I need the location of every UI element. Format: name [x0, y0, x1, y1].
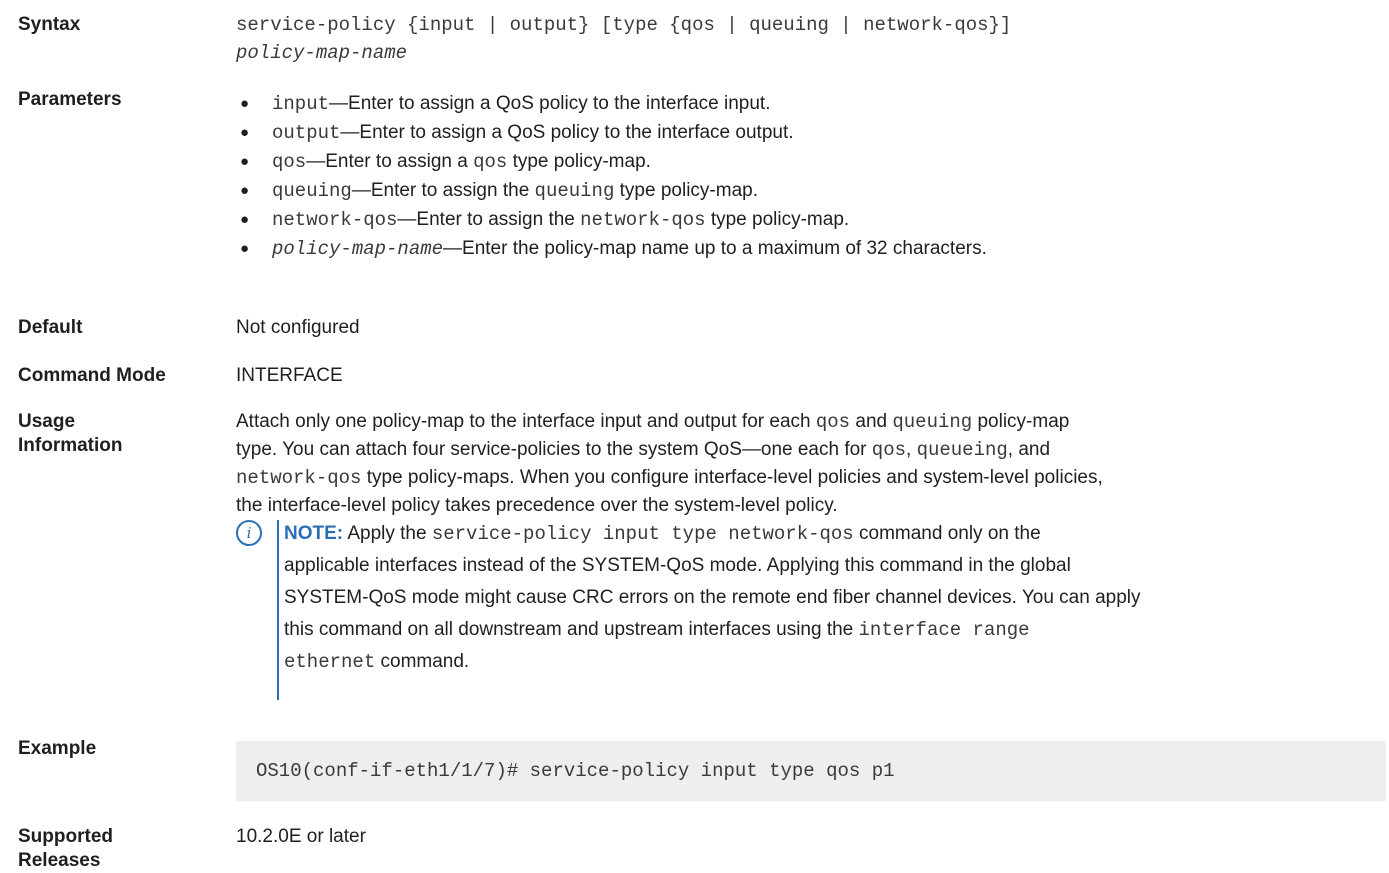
bullet-icon: ● — [240, 182, 250, 199]
usage-label-line-1: Usage — [18, 411, 76, 432]
syntax-line-1: service-policy {input | output} [type {q… — [236, 14, 1012, 36]
usage-code: queuing — [892, 411, 973, 433]
param-text: type policy-map. — [705, 209, 850, 230]
usage-code: qos — [871, 439, 907, 461]
list-item: ● network-qos—Enter to assign the network… — [236, 205, 1386, 234]
param-text: type policy-map. — [614, 180, 758, 201]
usage-text-run: and — [850, 411, 893, 432]
param-code: queuing — [272, 180, 352, 202]
usage-text-run: Attach only one policy-map to the interf… — [236, 411, 816, 432]
parameters-list: ● input—Enter to assign a QoS policy to t… — [236, 89, 1386, 263]
usage-line: the interface-level policy takes precede… — [236, 492, 1386, 520]
usage-code: network-qos — [236, 467, 362, 489]
syntax-line-2: policy-map-name — [236, 42, 408, 64]
usage-label: Usage Information — [18, 410, 218, 458]
param-text: —Enter to assign the — [351, 180, 535, 201]
default-label: Default — [18, 317, 83, 338]
note-text-run: command. — [375, 651, 470, 672]
example-code: OS10(conf-if-eth1/1/7)# service-policy i… — [256, 760, 895, 782]
note-line: applicable interfaces instead of the SYS… — [284, 555, 1071, 576]
list-item: ● output—Enter to assign a QoS policy to … — [236, 118, 1386, 147]
parameters-label: Parameters — [18, 89, 122, 110]
note-code: service-policy input type network-qos — [431, 523, 854, 545]
usage-text: Attach only one policy-map to the interf… — [236, 408, 1386, 520]
note-label: NOTE: — [284, 523, 344, 544]
list-item: ● qos—Enter to assign a qos type policy-m… — [236, 147, 1386, 176]
note-code: ethernet — [284, 651, 376, 673]
example-label: Example — [18, 738, 97, 759]
bullet-icon: ● — [240, 240, 250, 257]
usage-line: network-qos type policy-maps. When you c… — [236, 464, 1386, 492]
param-code: policy-map-name — [272, 238, 444, 260]
note-text: NOTE: Apply the service-policy input typ… — [284, 518, 1384, 678]
param-code-inline: qos — [473, 151, 508, 173]
param-code: network-qos — [272, 209, 398, 231]
param-code-inline: network-qos — [580, 209, 706, 231]
note-text-run: this command on all downstream and upstr… — [284, 619, 859, 640]
param-text: type policy-map. — [507, 151, 651, 172]
bullet-icon: ● — [240, 124, 250, 141]
usage-line: type. You can attach four service-polici… — [236, 436, 1386, 464]
usage-text-run: type policy-maps. When you configure int… — [361, 467, 1103, 488]
param-code: input — [272, 93, 330, 115]
param-code: qos — [272, 151, 307, 173]
note-line: NOTE: Apply the service-policy input typ… — [284, 518, 1384, 550]
list-item: ● input—Enter to assign a QoS policy to t… — [236, 89, 1386, 118]
note-code: interface range — [858, 619, 1030, 641]
param-text: —Enter to assign a QoS policy to the int… — [329, 93, 771, 114]
param-code-inline: queuing — [534, 180, 615, 202]
syntax-label: Syntax — [18, 14, 81, 35]
note-line: ethernet command. — [284, 646, 1384, 678]
usage-text-run: the interface-level policy takes precede… — [236, 495, 838, 516]
supported-releases-label-line-1: Supported — [18, 826, 113, 847]
bullet-icon: ● — [240, 95, 250, 112]
info-icon: i — [236, 520, 262, 546]
param-text: —Enter the policy-map name up to a maxim… — [443, 238, 987, 259]
param-text: —Enter to assign a — [306, 151, 474, 172]
note-text-run: command only on the — [853, 523, 1041, 544]
usage-label-line-2: Information — [18, 435, 123, 456]
supported-releases-value: 10.2.0E or later — [236, 826, 366, 847]
param-text: —Enter to assign a QoS policy to the int… — [340, 122, 794, 143]
param-code: output — [272, 122, 341, 144]
note-line: SYSTEM-QoS mode might cause CRC errors o… — [284, 587, 1141, 608]
usage-text-run: type. You can attach four service-polici… — [236, 439, 872, 460]
usage-text-run: , and — [1007, 439, 1051, 460]
command-mode-label: Command Mode — [18, 365, 166, 386]
note-text-run: Apply the — [343, 523, 432, 544]
param-text: —Enter to assign the — [397, 209, 581, 230]
list-item: ● queuing—Enter to assign the queuing typ… — [236, 176, 1386, 205]
note-line: this command on all downstream and upstr… — [284, 614, 1384, 646]
usage-text-run: , — [906, 439, 917, 460]
note-divider — [277, 520, 279, 700]
supported-releases-label-line-2: Releases — [18, 850, 101, 871]
example-code-block: OS10(conf-if-eth1/1/7)# service-policy i… — [236, 741, 1386, 801]
list-item: ● policy-map-name—Enter the policy-map na… — [236, 234, 1386, 263]
bullet-icon: ● — [240, 211, 250, 228]
default-value: Not configured — [236, 317, 360, 338]
usage-code: qos — [815, 411, 851, 433]
usage-line: Attach only one policy-map to the interf… — [236, 408, 1386, 436]
supported-releases-label: Supported Releases — [18, 825, 218, 873]
command-mode-value: INTERFACE — [236, 365, 343, 386]
bullet-icon: ● — [240, 153, 250, 170]
usage-code: queueing — [916, 439, 1008, 461]
usage-text-run: policy-map — [972, 411, 1070, 432]
